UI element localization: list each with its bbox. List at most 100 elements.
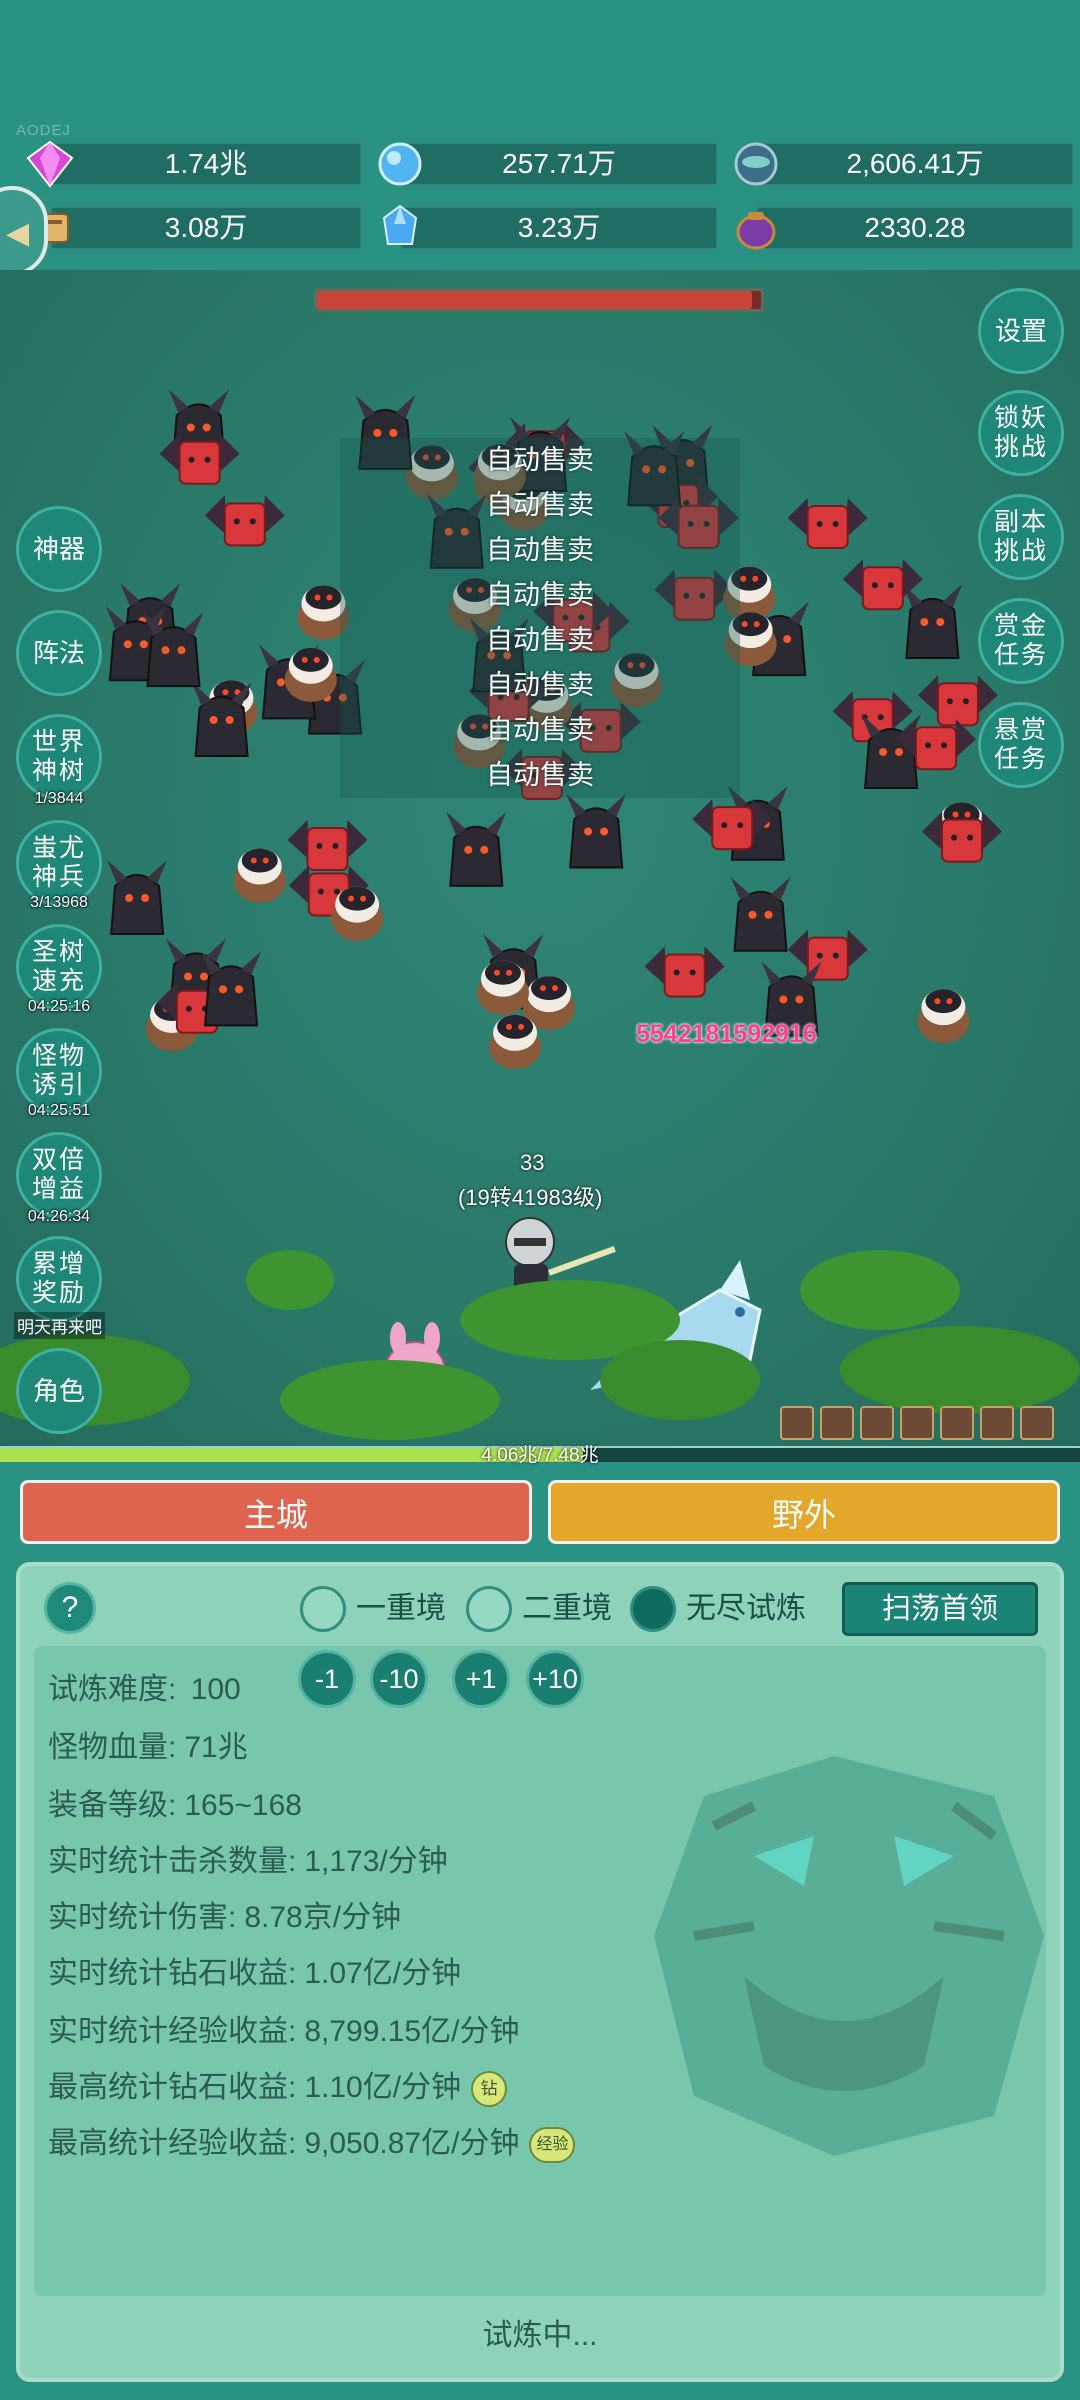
- reward-task-button[interactable]: 悬赏 任务: [978, 702, 1064, 788]
- skill-slot[interactable]: [900, 1406, 934, 1440]
- wild-tab[interactable]: 野外: [548, 1480, 1060, 1544]
- stat-row: 实时统计击杀数量: 1,173/分钟: [48, 1836, 448, 1880]
- mode-label-second: 二重境: [522, 1592, 612, 1625]
- dungeon-label: 副本 挑战: [993, 508, 1048, 565]
- resource-value: 3.23万: [517, 212, 601, 243]
- stat-row: 装备等级: 165~168: [48, 1780, 302, 1824]
- resource-teal-orb: 2,606.41万: [734, 142, 1074, 186]
- stat-row: 实时统计钻石收益: 1.07亿/分钟: [48, 1948, 461, 1992]
- trial-status: 试炼中...: [482, 2319, 598, 2352]
- difficulty-plus-1-button[interactable]: +1: [452, 1650, 510, 1708]
- chiyou-label: 蚩尤 神兵: [31, 834, 86, 891]
- red-cube-bat-monster: [204, 495, 285, 547]
- sweep-boss-button[interactable]: 扫荡首领: [842, 1582, 1038, 1636]
- stat-row: 最高统计钻石收益: 1.10亿/分钟钻: [48, 2062, 508, 2108]
- auto-sell-line: 自动售卖: [340, 663, 740, 708]
- world-tree-button[interactable]: 世界 神树: [16, 714, 102, 800]
- player-number: 33: [520, 1150, 545, 1175]
- white-crow-monster: [476, 960, 529, 1015]
- stat-label: 实时统计钻石收益:: [48, 1957, 297, 1990]
- resource-value: 3.08万: [164, 212, 248, 243]
- resource-value: 257.71万: [502, 148, 616, 179]
- stat-row: 实时统计伤害: 8.78京/分钟: [48, 1892, 401, 1936]
- mode-radio-endless[interactable]: [630, 1586, 676, 1632]
- auto-sell-line: 自动售卖: [340, 528, 740, 573]
- mode-radio-second[interactable]: [466, 1586, 512, 1632]
- dark-hooded-demon-monster: [446, 811, 507, 887]
- settings-button[interactable]: 设置: [978, 288, 1064, 374]
- tiger-emblem: [654, 1756, 1044, 2156]
- difficulty-label: 试炼难度:: [48, 1673, 177, 1706]
- artifact-button[interactable]: 神器: [16, 506, 102, 592]
- resource-purple-pouch: 2330.28: [736, 206, 1074, 250]
- skill-slot[interactable]: [1020, 1406, 1054, 1440]
- red-cube-bat-monster: [787, 929, 868, 981]
- red-cube-bat-monster: [922, 811, 1003, 863]
- difficulty-minus-1-button[interactable]: -1: [298, 1650, 356, 1708]
- auto-sell-line: 自动售卖: [340, 483, 740, 528]
- white-crow-monster: [331, 886, 384, 941]
- lock-demon-label: 锁妖 挑战: [993, 404, 1048, 461]
- resource-crystal: 3.23万: [382, 204, 718, 250]
- mode-label-endless: 无尽试炼: [686, 1592, 806, 1625]
- character-button[interactable]: 角色: [16, 1348, 102, 1434]
- resource-diamond: 1.74兆: [26, 140, 362, 188]
- difficulty-plus-10-button[interactable]: +10: [526, 1650, 584, 1708]
- dark-hooded-demon-monster: [730, 876, 791, 952]
- resource-blue-orb: 257.71万: [378, 142, 718, 186]
- monster-lure-label: 怪物 诱引: [31, 1042, 86, 1099]
- dark-hooded-demon-monster: [902, 583, 963, 659]
- white-crow-monster: [917, 989, 970, 1044]
- cumulative-reward-button[interactable]: 累增 奖励: [16, 1236, 102, 1322]
- stat-value: 9,050.87亿/分钟: [304, 2127, 520, 2160]
- red-cube-bat-monster: [287, 820, 368, 872]
- double-buff-button[interactable]: 双倍 增益: [16, 1132, 102, 1218]
- stat-label: 最高统计经验收益:: [48, 2127, 297, 2160]
- skill-slot[interactable]: [940, 1406, 974, 1440]
- battle-field: 自动售卖 自动售卖 自动售卖 自动售卖 自动售卖 自动售卖 自动售卖 自动售卖 5542181…: [0, 270, 1080, 1450]
- difficulty-value: 100: [190, 1673, 241, 1706]
- stat-value: 1,173/分钟: [304, 1845, 448, 1878]
- stat-value: 8,799.15亿/分钟: [304, 2015, 520, 2048]
- auto-sell-line: 自动售卖: [340, 618, 740, 663]
- artifact-label: 神器: [32, 534, 85, 564]
- monster-lure-timer: 04:25:51: [27, 1102, 91, 1119]
- resource-scroll: 3.08万: [33, 206, 362, 250]
- exp-text: 4.06兆/7.48兆: [481, 1445, 599, 1466]
- main-city-tab[interactable]: 主城: [20, 1480, 532, 1544]
- skill-slot[interactable]: [780, 1406, 814, 1440]
- lock-demon-challenge-button[interactable]: 锁妖 挑战: [978, 390, 1064, 476]
- dark-hooded-demon-monster: [566, 793, 627, 869]
- mode-label-first: 一重境: [356, 1592, 446, 1625]
- trial-panel: ? 一重境 二重境 无尽试炼 扫荡首领 试炼难度: 100 -1 -10 +1 …: [16, 1562, 1064, 2382]
- bounty-task-button[interactable]: 赏金 任务: [978, 598, 1064, 684]
- settings-label: 设置: [994, 316, 1047, 346]
- resource-value: 2330.28: [864, 212, 966, 243]
- stat-value: 71兆: [184, 1731, 248, 1764]
- dungeon-challenge-button[interactable]: 副本 挑战: [978, 494, 1064, 580]
- stat-value: 165~168: [184, 1789, 302, 1822]
- damage-number: 5542181592916: [636, 1020, 817, 1048]
- player-level: (19转41983级): [458, 1185, 603, 1210]
- bounty-label: 赏金 任务: [993, 612, 1048, 669]
- skill-slot[interactable]: [980, 1406, 1014, 1440]
- stat-value: 8.78京/分钟: [244, 1901, 402, 1934]
- double-buff-timer: 04:26:34: [27, 1208, 91, 1225]
- skill-slot[interactable]: [860, 1406, 894, 1440]
- stat-row: 最高统计经验收益: 9,050.87亿/分钟 经验: [48, 2118, 576, 2164]
- skill-slot[interactable]: [820, 1406, 854, 1440]
- difficulty-minus-10-button[interactable]: -10: [370, 1650, 428, 1708]
- tomorrow-notice: 明天再来吧: [14, 1312, 105, 1339]
- world-tree-label: 世界 神树: [31, 728, 86, 785]
- back-button[interactable]: ◀: [0, 186, 48, 276]
- dark-hooded-demon-monster: [107, 860, 168, 936]
- red-cube-bat-monster: [159, 433, 240, 485]
- stat-label: 实时统计击杀数量:: [48, 1845, 297, 1878]
- help-button[interactable]: ?: [44, 1582, 96, 1634]
- chiyou-count: 3/13968: [30, 894, 88, 911]
- mode-radio-first[interactable]: [300, 1586, 346, 1632]
- back-arrow-icon: ◀: [6, 217, 30, 250]
- formation-button[interactable]: 阵法: [16, 610, 102, 696]
- diamond-badge-icon: 钻: [471, 2071, 508, 2108]
- auto-sell-line: 自动售卖: [340, 708, 740, 753]
